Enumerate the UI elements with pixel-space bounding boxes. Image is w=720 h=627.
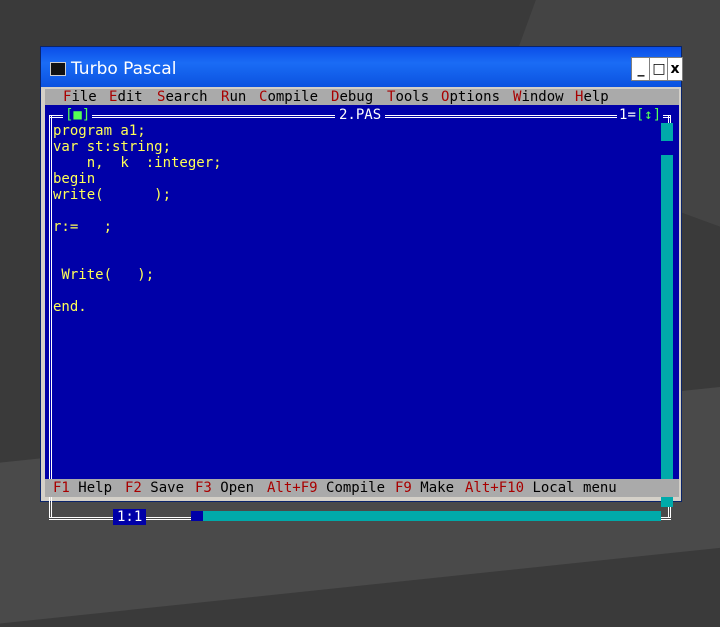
minimize-button[interactable]: _: [631, 57, 651, 81]
menu-item-edit[interactable]: Edit: [109, 89, 143, 105]
editor-close-box[interactable]: [■]: [63, 107, 93, 123]
status-item-compile[interactable]: Alt+F9 Compile: [267, 479, 385, 497]
editor-frame-left: [49, 115, 52, 517]
menu-item-options[interactable]: Options: [441, 89, 500, 105]
window-title: Turbo Pascal: [71, 59, 177, 79]
editor-zoom-box[interactable]: 1=[↕]: [617, 107, 664, 123]
title-bar[interactable]: Turbo Pascal _ □ x: [41, 47, 683, 87]
menu-item-help[interactable]: Help: [575, 89, 609, 105]
menu-item-debug[interactable]: Debug: [331, 89, 373, 105]
status-item-open[interactable]: F3 Open: [195, 479, 254, 497]
editor-file-title: 2.PAS: [335, 107, 386, 123]
horizontal-scrollbar[interactable]: [191, 511, 661, 521]
cursor-position: 1:1: [113, 509, 147, 525]
close-button[interactable]: x: [667, 57, 683, 81]
turbo-pascal-window: Turbo Pascal _ □ x File Edit Search Run …: [40, 46, 683, 525]
menu-item-compile[interactable]: Compile: [259, 89, 318, 105]
maximize-button[interactable]: □: [649, 57, 669, 81]
zoom-icon: [↕]: [635, 107, 662, 123]
status-item-make[interactable]: F9 Make: [395, 479, 454, 497]
menu-item-run[interactable]: Run: [221, 89, 246, 105]
code-editor[interactable]: program a1; var st:string; n, k :integer…: [53, 123, 222, 315]
window-number: 1: [619, 107, 628, 123]
status-bar: F1 Help F2 Save F3 Open Alt+F9 Compile F…: [45, 479, 679, 497]
status-item-save[interactable]: F2 Save: [125, 479, 184, 497]
menu-item-window[interactable]: Window: [513, 89, 564, 105]
horizontal-scroll-thumb[interactable]: [191, 511, 203, 521]
status-item-local-menu[interactable]: Alt+F10 Local menu: [465, 479, 617, 497]
vertical-scrollbar[interactable]: [661, 123, 673, 507]
menu-bar: File Edit Search Run Compile Debug Tools…: [45, 89, 679, 105]
vertical-scroll-thumb[interactable]: [661, 141, 673, 155]
menu-item-search[interactable]: Search: [157, 89, 208, 105]
menu-item-file[interactable]: File: [63, 89, 97, 105]
menu-item-tools[interactable]: Tools: [387, 89, 429, 105]
dos-screen: File Edit Search Run Compile Debug Tools…: [45, 89, 679, 525]
status-item-help[interactable]: F1 Help: [53, 479, 112, 497]
dos-app-icon: [50, 62, 66, 76]
